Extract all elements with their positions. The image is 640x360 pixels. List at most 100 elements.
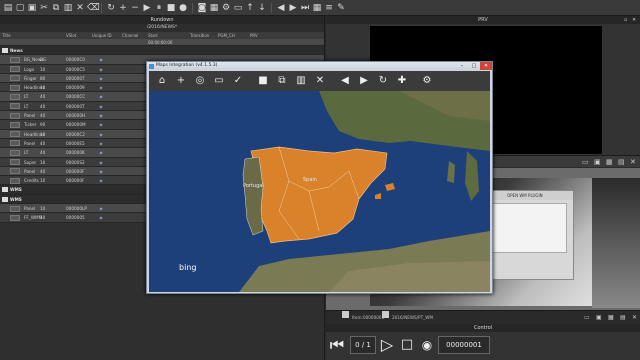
play-icon[interactable]: ▶ [142, 3, 152, 13]
channel-icon[interactable]: ◈ [96, 65, 106, 73]
record-icon[interactable]: ● [178, 3, 188, 13]
grid-icon[interactable]: ▦ [312, 3, 322, 13]
upload-icon[interactable]: ↑ [245, 3, 255, 13]
tools-icon[interactable]: ✚ [394, 73, 410, 89]
settings-icon[interactable]: ⚙ [221, 3, 231, 13]
channel-icon[interactable]: ◈ [96, 158, 106, 166]
thumbnail [10, 168, 20, 175]
camera-icon[interactable]: ◙ [197, 3, 207, 13]
channel-icon[interactable]: ◈ [96, 83, 106, 91]
column-unique-id[interactable]: Unique ID [90, 32, 120, 39]
clear-icon[interactable]: ⌫ [87, 3, 100, 13]
maximize-button[interactable]: □ [468, 62, 480, 70]
window-icon[interactable]: ▭ [584, 311, 590, 325]
pause-icon[interactable]: ⏸ [154, 3, 164, 13]
copy-icon[interactable]: ⧉ [51, 3, 61, 13]
channel-icon[interactable]: ◈ [96, 213, 106, 221]
paste-icon[interactable]: ▥ [293, 73, 309, 89]
channel-icon[interactable]: ◈ [96, 102, 106, 110]
play-icon[interactable]: ▷ [378, 336, 396, 354]
file-icon[interactable]: ▤ [3, 3, 13, 13]
channel-icon[interactable]: ◈ [96, 120, 106, 128]
refresh-icon[interactable]: ↻ [106, 3, 116, 13]
column-start[interactable]: Start [146, 32, 188, 39]
paste-icon[interactable]: ▥ [63, 3, 73, 13]
close-icon[interactable]: ✕ [632, 17, 638, 23]
save-icon[interactable]: ▣ [27, 3, 37, 13]
channel-icon[interactable]: ◈ [96, 92, 106, 100]
save-icon[interactable]: ▦ [608, 311, 614, 325]
column-prv[interactable]: PRV [248, 32, 278, 39]
maps-toolbar: ⌂ + ◎ ▭ ✓ ■ ⧉ ▥ ✕ ◀ ▶ ↻ ✚ ⚙ [149, 71, 490, 91]
row-unique-id: 00000CC [66, 94, 86, 100]
channel-icon[interactable]: ◈ [96, 139, 106, 147]
tile-icon[interactable]: ▣ [596, 311, 602, 325]
maps-titlebar[interactable]: Maps Integration (v4.1.5.3) – □ ✕ [147, 62, 492, 70]
remove-icon[interactable]: − [130, 3, 140, 13]
column-channel[interactable]: Channel [120, 32, 146, 39]
thumbnail [10, 131, 20, 138]
home-icon[interactable]: ⌂ [154, 73, 170, 89]
print-icon[interactable]: ▦ [209, 3, 219, 13]
channel-icon[interactable]: ◈ [96, 176, 106, 184]
folder-icon[interactable]: ▭ [211, 73, 227, 89]
save-icon[interactable]: ▦ [606, 158, 614, 166]
start-timecode: 00:00:00:00 [148, 40, 173, 45]
column-transition[interactable]: Transition [188, 32, 216, 39]
channel-icon[interactable]: ◈ [96, 74, 106, 82]
list-icon[interactable]: ≡ [324, 3, 334, 13]
next-icon[interactable]: ▶ [356, 73, 372, 89]
add-icon[interactable]: + [118, 3, 128, 13]
prev-icon[interactable]: ◀ [276, 3, 286, 13]
tile-icon[interactable]: ▣ [594, 158, 602, 166]
delete-icon[interactable]: ✕ [75, 3, 85, 13]
channel-icon[interactable]: ◈ [96, 111, 106, 119]
channel-icon[interactable]: ◈ [96, 55, 106, 63]
status-file: 2016/NEWS/PT_WM [392, 315, 433, 320]
open-icon[interactable]: ▢ [15, 3, 25, 13]
channel-icon[interactable]: ◈ [96, 167, 106, 175]
stop-icon[interactable]: □ [398, 336, 416, 354]
download-icon[interactable]: ↓ [257, 3, 267, 13]
check-icon[interactable]: ✓ [230, 73, 246, 89]
settings-icon[interactable]: ⚙ [419, 73, 435, 89]
prev-icon[interactable]: ◀ [337, 73, 353, 89]
grid-icon[interactable]: ▤ [618, 158, 626, 166]
refresh-icon[interactable]: ↻ [375, 73, 391, 89]
grid-icon[interactable]: ▤ [620, 311, 626, 325]
row-unique-id: 000000LP [66, 206, 87, 212]
stop-icon[interactable]: ■ [255, 73, 271, 89]
copy-icon[interactable]: ⧉ [274, 73, 290, 89]
row-title: Panel [24, 168, 36, 174]
close-icon[interactable]: ✕ [312, 73, 328, 89]
end-icon[interactable]: ⏭ [300, 3, 310, 13]
rundown-group[interactable]: News [0, 46, 324, 56]
window-icon[interactable]: ▭ [582, 158, 590, 166]
stop-icon[interactable]: ■ [166, 3, 176, 13]
column-title[interactable]: Title [0, 32, 64, 39]
close-button[interactable]: ✕ [480, 62, 492, 70]
thumbnail [10, 84, 20, 91]
add-icon[interactable]: + [173, 73, 189, 89]
edit-icon[interactable]: ✎ [336, 3, 346, 13]
close-icon[interactable]: ✕ [632, 311, 637, 325]
channel-icon[interactable]: ◈ [96, 130, 106, 138]
thumbnail [10, 103, 20, 110]
close-icon[interactable]: ✕ [630, 158, 638, 166]
channel-icon[interactable]: ◈ [96, 204, 106, 212]
column-pgm-ch[interactable]: PGM_CH [216, 32, 248, 39]
globe-icon[interactable]: ◎ [192, 73, 208, 89]
channel-icon[interactable]: ◈ [96, 148, 106, 156]
minimize-button[interactable]: – [456, 62, 468, 70]
thumbnail [10, 159, 20, 166]
cut-icon[interactable]: ✂ [39, 3, 49, 13]
next-icon[interactable]: ▶ [288, 3, 298, 13]
thumbnail [10, 140, 20, 147]
column-vslot[interactable]: VSlot [64, 32, 90, 39]
skip-back-icon[interactable]: ⏮ [328, 336, 346, 354]
folder-icon[interactable]: ▭ [233, 3, 243, 13]
map-view[interactable]: Portugal Spain bing [149, 91, 490, 292]
preview-eye-icon[interactable]: ◉ [418, 336, 436, 354]
maximize-icon[interactable]: ▫ [624, 17, 630, 23]
thumbnail [10, 66, 20, 73]
